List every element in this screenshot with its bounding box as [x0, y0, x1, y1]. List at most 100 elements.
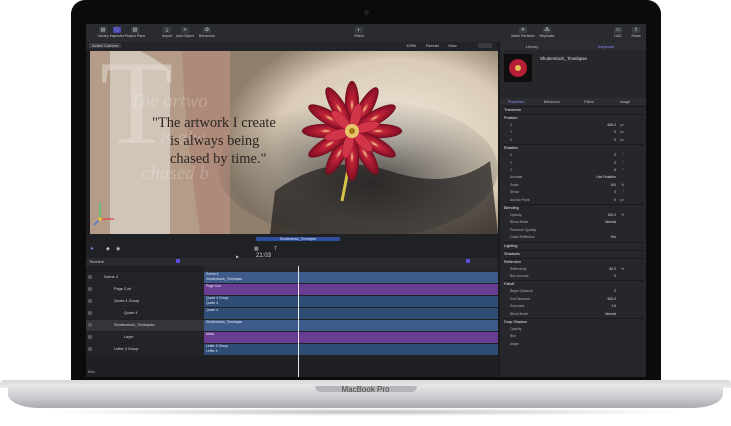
layer-visibility-checkbox[interactable]	[88, 311, 92, 315]
layer-row[interactable]: Quote 4 Group	[86, 296, 204, 307]
row-value[interactable]: 1.6	[611, 304, 616, 308]
row-value[interactable]: Normal	[605, 220, 616, 224]
view-menu[interactable]: View	[448, 43, 457, 48]
layers-list: Scene 4 Page Curl Quote 4 Group Quote 4 Shut…	[86, 272, 204, 372]
timeline-track-bar[interactable]: Mask	[204, 332, 498, 343]
webcam	[364, 10, 369, 15]
section-header-rotation[interactable]: Rotation	[504, 144, 644, 152]
tab-inspector[interactable]: Inspector	[598, 44, 614, 49]
row-value[interactable]: Use Rotation	[596, 175, 616, 179]
project-pane-button[interactable]: ▥ Project Pane	[120, 27, 150, 38]
zoom-menu[interactable]: 128%	[406, 43, 416, 48]
section-header-position[interactable]: Position	[504, 114, 644, 122]
row-value[interactable]: 0	[614, 138, 616, 142]
row-value[interactable]: Yes	[610, 235, 616, 239]
behaviors-button[interactable]: ⚙ Behaviors	[192, 27, 222, 38]
section-header-shadows[interactable]: Shadows	[504, 249, 644, 258]
filters-icon: ◐	[355, 27, 363, 33]
track-label: Letter 4 Group	[206, 344, 228, 348]
timeline-track-bar[interactable]: Shutterstock_Timelapse	[204, 320, 498, 331]
row-label: Blur Amount	[510, 274, 529, 278]
selection-bar[interactable]: Shutterstock_Timelapse	[256, 237, 340, 241]
tab-properties[interactable]: Properties	[508, 100, 524, 104]
tab-image[interactable]: Image	[620, 100, 630, 104]
active-camera-menu[interactable]: Active Camera	[89, 43, 122, 48]
mini-timeline: Shutterstock_Timelapse ➤ ◆ ◉ ▦ T ▶ 21:03	[86, 234, 498, 259]
layer-name: Shutterstock_Timelapse	[114, 323, 155, 327]
row-value[interactable]: 606.0	[608, 123, 617, 127]
filters-button[interactable]: ◐ Filters	[344, 27, 374, 38]
section-header-transform[interactable]: Transform	[504, 106, 644, 114]
section-header-lighting[interactable]: Lighting	[504, 241, 644, 250]
mini-label: Mini	[88, 370, 95, 374]
layer-visibility-checkbox[interactable]	[88, 275, 92, 279]
share-button[interactable]: ⇪ Share	[621, 27, 646, 38]
shape-tool-icon[interactable]: ◆	[106, 246, 110, 252]
row-value[interactable]: 0	[614, 190, 616, 194]
row-unit: %	[620, 182, 624, 187]
panel-tabs: Library Inspector	[500, 42, 646, 50]
row-value[interactable]: 0	[614, 161, 616, 165]
section-header-falloff[interactable]: Falloff	[504, 280, 644, 288]
track-label: Mask	[206, 332, 215, 336]
inspector-row: Blend Mode Normal	[500, 219, 646, 226]
row-value[interactable]: 0	[614, 289, 616, 293]
select-tool-icon[interactable]: ➤	[90, 246, 94, 252]
timeline-track-bar[interactable]: Letter 4 Group Letter 4	[204, 344, 498, 355]
layer-name: Scene 4	[104, 275, 118, 279]
layer-row[interactable]: Page Curl	[86, 284, 204, 295]
toggle-icon[interactable]	[176, 259, 180, 263]
row-value[interactable]: 0	[614, 168, 616, 172]
layer-visibility-checkbox[interactable]	[88, 299, 92, 303]
layout-icon[interactable]	[478, 43, 492, 48]
record-options-icon[interactable]: ▦	[254, 246, 259, 252]
row-value[interactable]: 0	[614, 274, 616, 278]
row-label: Blend Mode	[510, 311, 529, 316]
snap-icon[interactable]	[466, 259, 470, 263]
row-value[interactable]: 100.0	[608, 213, 617, 217]
particles-icon: ✳	[519, 27, 527, 33]
layer-row[interactable]: Letter 4 Group	[86, 344, 204, 355]
row-value[interactable]: Normal	[605, 312, 616, 316]
layer-visibility-checkbox[interactable]	[88, 335, 92, 339]
timeline-track-bar[interactable]: Page Curl	[204, 284, 498, 295]
canvas-bar: Active Camera 128% Render View	[86, 42, 498, 51]
tab-behaviors[interactable]: Behaviors	[544, 100, 560, 104]
layer-row[interactable]: Quote 4	[86, 308, 204, 319]
layer-visibility-checkbox[interactable]	[88, 347, 92, 351]
timeline-track-bar[interactable]: Quote 4 Group Quote 4	[204, 296, 498, 307]
row-value[interactable]: 500.0	[608, 297, 617, 301]
viewer-artwork: T The artwo is alw chased b "The artwork…	[90, 51, 498, 234]
row-value[interactable]: 0	[614, 153, 616, 157]
track-label: Quote 4 Group	[206, 296, 229, 300]
render-menu[interactable]: Render	[426, 43, 439, 48]
timeline-track-bar[interactable]: Scene 4 Shutterstock_Timelapse	[204, 272, 498, 283]
main-toolbar: ▤ Library ⓘ Inspector ▥ Project Pane ⤓ Impor…	[86, 24, 646, 43]
text-tool-icon[interactable]: T	[274, 246, 277, 252]
row-value[interactable]: 0	[614, 198, 616, 202]
section-header-blending[interactable]: Blending	[504, 204, 644, 212]
playhead[interactable]	[298, 266, 299, 377]
layer-row[interactable]: Scene 4	[86, 272, 204, 283]
layer-row[interactable]: Layer	[86, 332, 204, 343]
add-object-icon: +	[181, 27, 189, 33]
section-header-reflection[interactable]: Reflection	[504, 257, 644, 266]
layer-visibility-checkbox[interactable]	[88, 323, 92, 327]
mask-tool-icon[interactable]: ◉	[116, 246, 120, 252]
tab-filters[interactable]: Filters	[584, 100, 594, 104]
inspector-row: Exponent 1.6	[500, 303, 646, 310]
project-pane-icon: ▥	[131, 27, 139, 33]
row-label: Casts Reflection	[510, 235, 535, 240]
layer-row[interactable]: Shutterstock_Timelapse	[86, 320, 204, 331]
canvas-viewer[interactable]: T The artwo is alw chased b "The artwork…	[90, 51, 498, 234]
row-value[interactable]: 0	[614, 130, 616, 134]
timeline-track-bar[interactable]: Quote 4	[204, 308, 498, 319]
row-value[interactable]: 100	[610, 183, 616, 187]
project-pane-label: Project Pane	[124, 34, 146, 38]
replicate-button[interactable]: ⁂ Replicate	[532, 27, 562, 38]
layer-visibility-checkbox[interactable]	[88, 287, 92, 291]
row-value[interactable]: 80.0	[609, 267, 616, 271]
tab-library[interactable]: Library	[526, 44, 538, 49]
row-unit: °	[622, 168, 624, 172]
section-header-drop-shadow[interactable]: Drop Shadow	[504, 318, 644, 326]
